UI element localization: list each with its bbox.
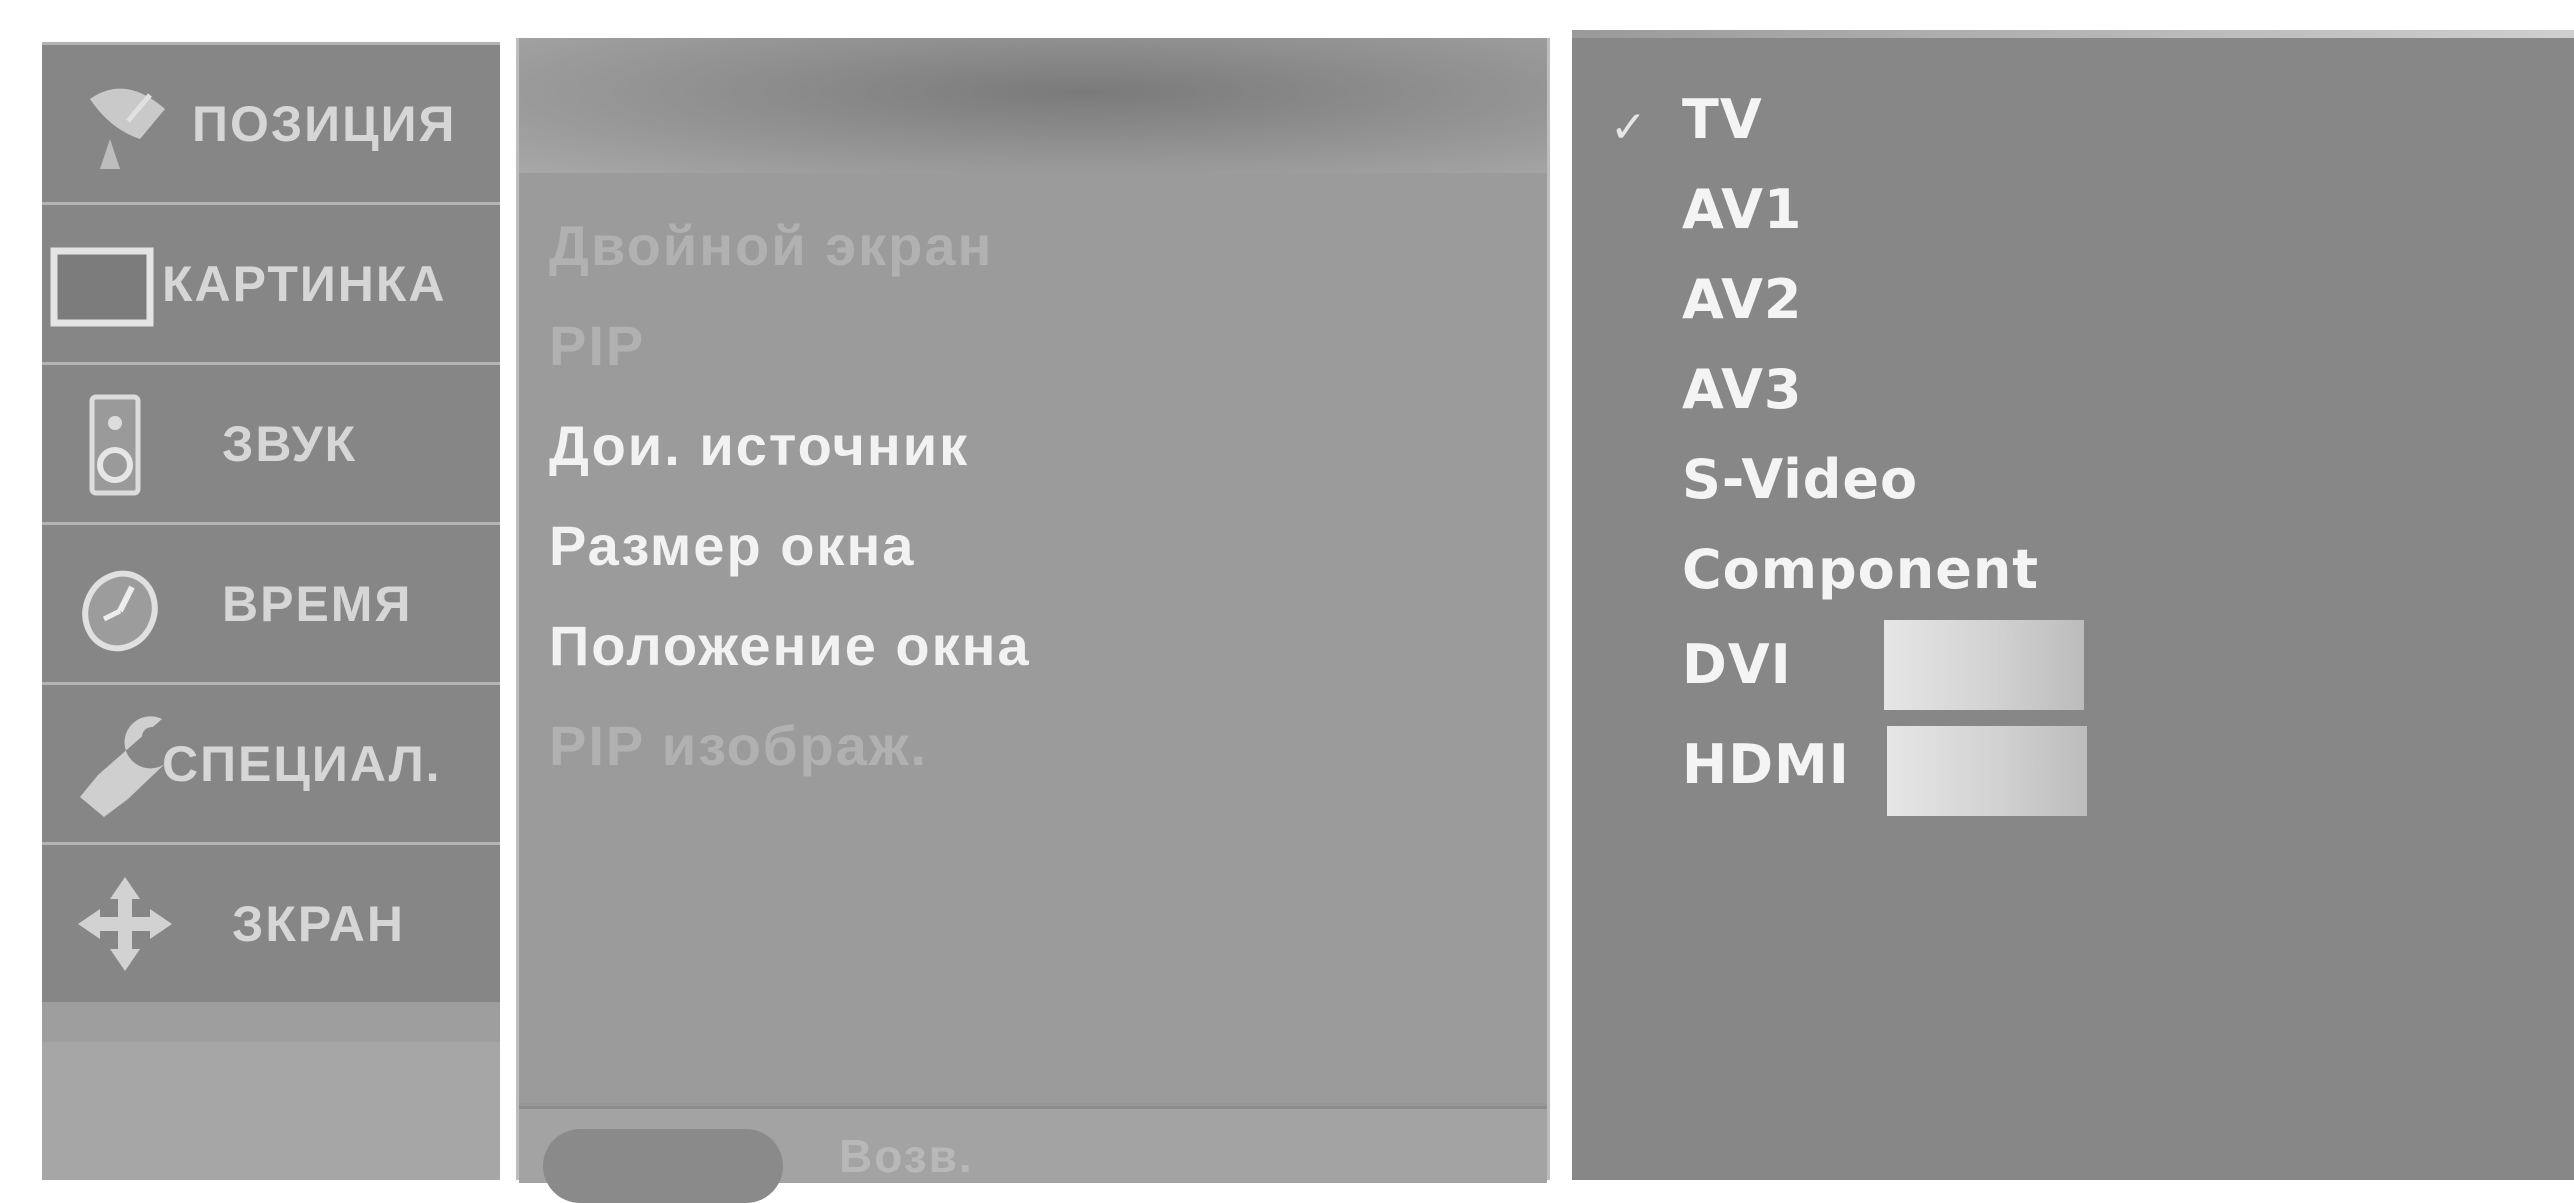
category-label: СПЕЦИАЛ. [162,735,442,792]
submenu-item-window-size[interactable]: Размер окна [549,513,915,578]
submenu-list: Двойной экран PIP Дои. источник Размер о… [519,173,1547,1103]
source-item-tv[interactable]: TV [1682,88,1763,151]
source-item-s-video[interactable]: S-Video [1682,448,1918,511]
source-item-av2[interactable]: AV2 [1682,268,1803,331]
clock-icon [82,570,158,652]
submenu-header [519,38,1547,173]
source-item-component[interactable]: Component [1682,538,2039,601]
source-item-dvi[interactable]: DVI [1682,633,1792,696]
sidebar-footer [42,1042,500,1180]
category-label: ЗВУК [222,415,358,472]
source-item-av3[interactable]: AV3 [1682,358,1803,421]
submenu-item-sub-source[interactable]: Дои. источник [549,413,969,478]
back-label: Возв. [839,1130,974,1182]
submenu-item-pip-picture[interactable]: PIP изображ. [549,713,928,778]
category-label: ЗКРАН [232,895,406,952]
category-special[interactable]: СПЕЦИАЛ. [42,682,500,842]
submenu-footer: Возв. [519,1106,1547,1203]
back-button[interactable] [543,1129,783,1203]
panel-top-edge [1572,30,2574,38]
osd-menu: ПОЗИЦИЯ КАРТИНКА ЗВУК ВРЕМЯ СПЕЦИАЛ. ЗКР… [0,0,2574,1203]
category-screen[interactable]: ЗКРАН [42,842,500,1002]
category-label: ВРЕМЯ [222,575,413,632]
category-time[interactable]: ВРЕМЯ [42,522,500,682]
submenu-item-pip[interactable]: PIP [549,313,645,378]
category-picture[interactable]: КАРТИНКА [42,202,500,362]
category-position[interactable]: ПОЗИЦИЯ [42,42,500,202]
category-label: ПОЗИЦИЯ [192,95,457,152]
tv-screen-icon [50,247,154,327]
source-item-hdmi[interactable]: HDMI [1682,733,1850,796]
category-label: КАРТИНКА [162,255,447,312]
speaker-icon [89,394,141,496]
hdmi-indicator [1887,726,2087,816]
submenu-item-dual-screen[interactable]: Двойной экран [549,213,993,278]
category-sidebar: ПОЗИЦИЯ КАРТИНКА ЗВУК ВРЕМЯ СПЕЦИАЛ. ЗКР… [42,42,500,1180]
dvi-indicator [1884,620,2084,710]
submenu-panel: Двойной экран PIP Дои. источник Размер о… [516,38,1550,1203]
move-arrows-icon [78,877,172,971]
source-list-panel: ✓ TV AV1 AV2 AV3 S-Video Component DVI H… [1572,38,2574,1180]
source-item-av1[interactable]: AV1 [1682,178,1803,241]
check-icon: ✓ [1610,102,1647,153]
category-sound[interactable]: ЗВУК [42,362,500,522]
submenu-item-window-position[interactable]: Положение окна [549,613,1031,678]
satellite-dish-icon [90,88,165,169]
